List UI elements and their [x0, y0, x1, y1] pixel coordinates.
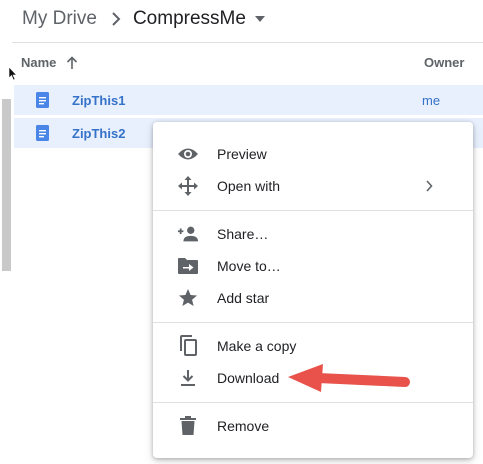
download-icon	[177, 367, 199, 389]
menu-divider	[153, 402, 473, 403]
menu-item-label: Remove	[217, 418, 270, 434]
add-person-icon	[177, 223, 199, 245]
star-icon	[177, 287, 199, 309]
sort-ascending-icon[interactable]	[66, 55, 78, 70]
column-name-label: Name	[21, 55, 57, 70]
menu-item-label: Open with	[217, 178, 281, 194]
menu-item-label: Download	[217, 370, 280, 386]
menu-item-label: Preview	[217, 146, 267, 162]
menu-item-label: Make a copy	[217, 338, 297, 354]
menu-item-label: Move to…	[217, 258, 281, 274]
left-scrollbar[interactable]	[2, 99, 11, 271]
menu-item-remove[interactable]: Remove	[153, 412, 473, 440]
dropdown-caret-icon[interactable]	[254, 15, 266, 23]
mouse-cursor-icon	[8, 66, 18, 86]
chevron-right-icon	[111, 12, 121, 26]
copy-icon	[177, 335, 199, 357]
menu-item-label: Add star	[217, 290, 270, 306]
move-arrows-icon	[177, 175, 199, 197]
file-name[interactable]: ZipThis2	[72, 126, 125, 141]
breadcrumb-current-folder[interactable]: CompressMe	[133, 8, 246, 30]
menu-item-add-star[interactable]: Add star	[153, 284, 473, 312]
header-divider	[12, 42, 483, 43]
google-doc-icon	[36, 92, 49, 113]
menu-item-share[interactable]: Share…	[153, 220, 473, 248]
move-folder-icon	[177, 255, 199, 277]
column-header-owner[interactable]: Owner	[424, 55, 464, 70]
menu-item-download[interactable]: Download	[153, 364, 473, 392]
eye-icon	[177, 143, 199, 165]
column-header-name[interactable]: Name	[21, 55, 78, 70]
file-owner: me	[422, 93, 441, 108]
google-doc-icon	[36, 125, 49, 146]
breadcrumb-my-drive[interactable]: My Drive	[22, 8, 97, 30]
file-name[interactable]: ZipThis1	[72, 93, 125, 108]
menu-divider	[153, 210, 473, 211]
trash-icon	[177, 415, 199, 437]
file-row[interactable]: ZipThis1 me	[14, 85, 483, 115]
menu-item-make-copy[interactable]: Make a copy	[153, 332, 473, 360]
menu-divider	[153, 322, 473, 323]
context-menu: Preview Open with Share… Move to… Add st…	[153, 122, 473, 458]
menu-item-move-to[interactable]: Move to…	[153, 252, 473, 280]
menu-item-label: Share…	[217, 226, 269, 242]
breadcrumb: My Drive CompressMe	[22, 8, 266, 30]
menu-item-preview[interactable]: Preview	[153, 140, 473, 168]
menu-item-open-with[interactable]: Open with	[153, 172, 473, 200]
submenu-chevron-icon	[425, 180, 433, 192]
